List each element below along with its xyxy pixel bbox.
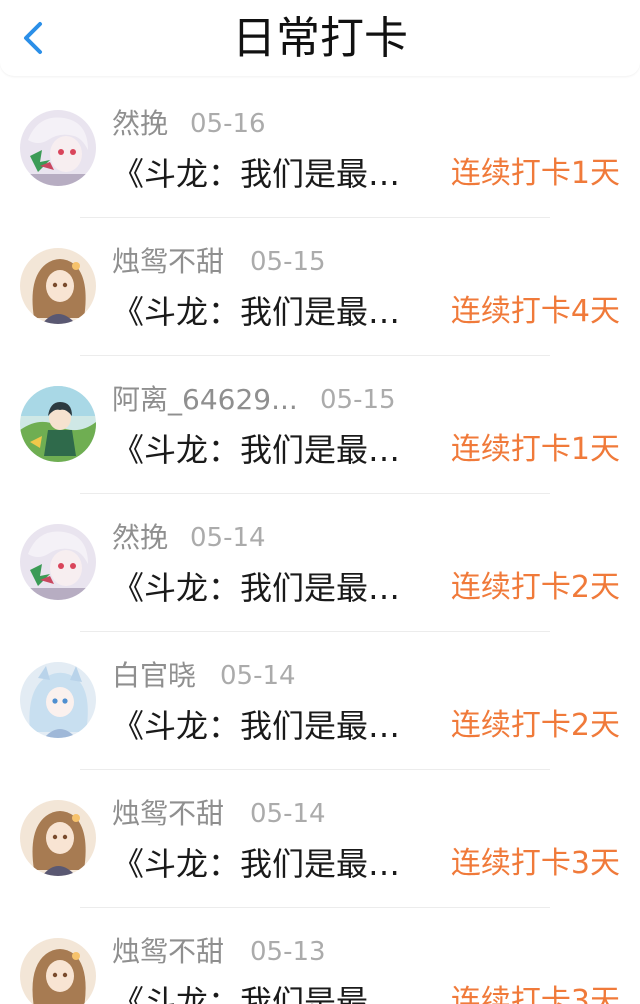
username[interactable]: 阿离_64629... (112, 380, 298, 420)
username[interactable]: 烛鸳不甜 (112, 794, 224, 834)
name-line: 阿离_64629... 05-15 (112, 380, 396, 420)
checkin-date: 05-14 (190, 523, 266, 553)
list-item[interactable]: 然挽 05-14 《斗龙：我们是最强的战队》 连续打卡2天 (0, 494, 640, 632)
avatar[interactable] (20, 248, 96, 324)
checkin-date: 05-14 (220, 661, 296, 691)
list-item[interactable]: 烛鸳不甜 05-14 《斗龙：我们是最强的战队》 连续打卡3天 (0, 770, 640, 908)
avatar[interactable] (20, 800, 96, 876)
avatar-blue-hair-girl-icon (20, 662, 96, 738)
avatar-brown-hair-girl-icon (20, 248, 96, 324)
username[interactable]: 烛鸳不甜 (112, 932, 224, 972)
list-item[interactable]: 白官晓 05-14 《斗龙：我们是最强的战队》 连续打卡2天 (0, 632, 640, 770)
avatar[interactable] (20, 386, 96, 462)
book-title[interactable]: 《斗龙：我们是最强的战队》 (112, 704, 422, 748)
streak-label: 连续打卡2天 (450, 708, 620, 743)
top-bar: 日常打卡 (0, 0, 640, 76)
streak-label: 连续打卡3天 (450, 846, 620, 881)
book-title[interactable]: 《斗龙：我们是最强的战队》 (112, 428, 422, 472)
avatar[interactable] (20, 524, 96, 600)
name-line: 烛鸳不甜 05-14 (112, 794, 326, 834)
avatar-white-hair-girl-icon (20, 110, 96, 186)
username[interactable]: 然挽 (112, 518, 168, 558)
avatar-green-character-icon (20, 386, 96, 462)
list-item[interactable]: 然挽 05-16 《斗龙：我们是最强的战队》 连续打卡1天 (0, 80, 640, 218)
streak-label: 连续打卡2天 (450, 570, 620, 605)
streak-label: 连续打卡1天 (450, 156, 620, 191)
avatar-brown-hair-girl-icon (20, 800, 96, 876)
book-title[interactable]: 《斗龙：我们是最强的战队》 (112, 842, 422, 886)
checkin-date: 05-15 (250, 247, 326, 277)
list-item[interactable]: 烛鸳不甜 05-15 《斗龙：我们是最强的战队》 连续打卡4天 (0, 218, 640, 356)
streak-label: 连续打卡3天 (450, 984, 620, 1004)
username[interactable]: 烛鸳不甜 (112, 242, 224, 282)
book-title[interactable]: 《斗龙：我们是最强的战队》 (112, 566, 422, 610)
name-line: 烛鸳不甜 05-13 (112, 932, 326, 972)
checkin-date: 05-14 (250, 799, 326, 829)
name-line: 然挽 05-14 (112, 518, 266, 558)
username[interactable]: 白官晓 (112, 656, 196, 696)
avatar[interactable] (20, 110, 96, 186)
checkin-list: 然挽 05-16 《斗龙：我们是最强的战队》 连续打卡1天 (0, 80, 640, 1004)
book-title[interactable]: 《斗龙：我们是最强的战队》 (112, 290, 422, 334)
book-title[interactable]: 《斗龙：我们是最强的战队》 (112, 152, 422, 196)
name-line: 然挽 05-16 (112, 104, 266, 144)
avatar-brown-hair-girl-icon (20, 938, 96, 1004)
checkin-date: 05-13 (250, 937, 326, 967)
checkin-date: 05-15 (320, 385, 396, 415)
avatar[interactable] (20, 662, 96, 738)
page-title: 日常打卡 (232, 13, 408, 64)
name-line: 烛鸳不甜 05-15 (112, 242, 326, 282)
name-line: 白官晓 05-14 (112, 656, 296, 696)
book-title[interactable]: 《斗龙：我们是最强的战队》 (112, 980, 422, 1004)
username[interactable]: 然挽 (112, 104, 168, 144)
avatar-white-hair-girl-icon (20, 524, 96, 600)
checkin-date: 05-16 (190, 109, 266, 139)
checkin-page: 日常打卡 然挽 05-16 《斗龙：我们是最强的战队 (0, 0, 640, 1004)
streak-label: 连续打卡4天 (450, 294, 620, 329)
list-item[interactable]: 烛鸳不甜 05-13 《斗龙：我们是最强的战队》 连续打卡3天 (0, 908, 640, 1004)
streak-label: 连续打卡1天 (450, 432, 620, 467)
list-item[interactable]: 阿离_64629... 05-15 《斗龙：我们是最强的战队》 连续打卡1天 (0, 356, 640, 494)
avatar[interactable] (20, 938, 96, 1004)
